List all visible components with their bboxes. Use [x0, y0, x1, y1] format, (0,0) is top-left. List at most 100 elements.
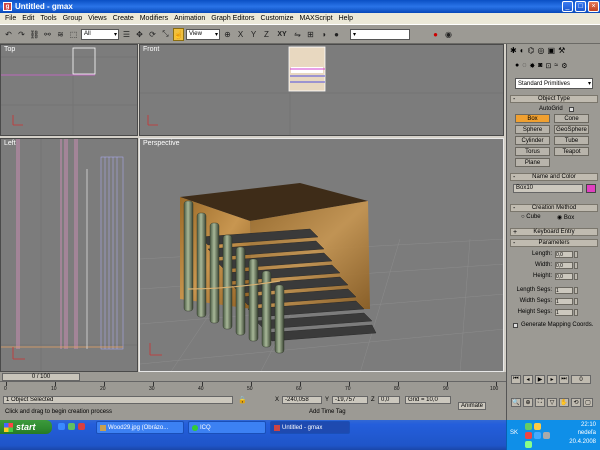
zoom-all-icon[interactable]: ⊕	[523, 398, 533, 407]
render-icon[interactable]: ●	[331, 28, 342, 41]
length-segs-spinner[interactable]	[574, 287, 578, 294]
add-time-tag-button[interactable]: Add Time Tag	[307, 408, 351, 416]
width-segs-input[interactable]: 1	[555, 298, 573, 305]
track-bar[interactable]: 0 10 20 30 40 50 60 70 80 90 100	[0, 381, 506, 393]
menu-tools[interactable]: Tools	[37, 15, 59, 22]
width-segs-spinner[interactable]	[574, 298, 578, 305]
menu-file[interactable]: File	[2, 15, 19, 22]
box-button[interactable]: Box	[515, 114, 550, 123]
keyboard-entry-rollout[interactable]: + Keyboard Entry	[510, 228, 598, 236]
display-tab-icon[interactable]: ▣	[548, 46, 556, 55]
mirror-icon[interactable]: ⇋	[292, 28, 303, 41]
current-frame-field[interactable]: 0	[571, 375, 591, 384]
motion-tab-icon[interactable]: ◎	[538, 46, 545, 55]
network-tray-icon[interactable]	[525, 423, 532, 430]
viewport-top[interactable]: Top	[0, 44, 138, 136]
cylinder-button[interactable]: Cylinder	[515, 136, 550, 145]
select-by-name-icon[interactable]: ☰	[121, 28, 132, 41]
modify-tab-icon[interactable]: ◐	[520, 46, 525, 55]
taskbar-item-wood-image[interactable]: Wood29.jpg (Obrázo...	[96, 421, 184, 434]
menu-edit[interactable]: Edit	[19, 15, 37, 22]
go-to-end-icon[interactable]: ⏭	[559, 375, 569, 384]
maximize-button[interactable]: □	[575, 1, 586, 12]
reference-coordinate-dropdown[interactable]: View	[186, 28, 220, 40]
redo-icon[interactable]: ↷	[16, 28, 27, 41]
taskbar-item-icq[interactable]: ICQ	[188, 421, 266, 434]
animate-button[interactable]: Animate	[458, 402, 486, 410]
restrict-plane-button[interactable]: XY	[274, 28, 290, 41]
align-icon[interactable]: ⊞	[305, 28, 316, 41]
next-frame-icon[interactable]: ▸	[547, 375, 557, 384]
time-slider[interactable]: 0 / 100	[2, 373, 80, 381]
taskbar-item-gmax[interactable]: Untitled - gmax	[270, 421, 350, 434]
messenger-tray-icon[interactable]	[525, 441, 532, 448]
category-dropdown[interactable]: Standard Primitives	[515, 78, 593, 89]
menu-group[interactable]: Group	[60, 15, 85, 22]
width-spinner[interactable]	[574, 262, 578, 269]
viewport-perspective[interactable]: Perspective	[139, 138, 504, 372]
systems-icon[interactable]: ⚙	[561, 62, 567, 70]
length-segs-input[interactable]: 1	[555, 287, 573, 294]
select-scale-icon[interactable]: ⤡	[160, 28, 171, 41]
shapes-icon[interactable]: ◌	[522, 62, 526, 70]
zoom-extents-icon[interactable]: ⛶	[535, 398, 545, 407]
hierarchy-tab-icon[interactable]: ⌬	[528, 46, 535, 55]
menu-maxscript[interactable]: MAXScript	[297, 15, 336, 22]
y-coordinate-field[interactable]: -19,757	[332, 396, 368, 404]
creation-method-rollout[interactable]: - Creation Method	[510, 204, 598, 212]
parameters-rollout[interactable]: - Parameters	[510, 239, 598, 247]
language-indicator[interactable]: SK	[510, 430, 518, 436]
width-input[interactable]: 0,0	[555, 262, 573, 269]
menu-customize[interactable]: Customize	[257, 15, 296, 22]
volume-tray-icon[interactable]	[534, 432, 541, 439]
height-segs-spinner[interactable]	[574, 309, 578, 316]
restrict-x-icon[interactable]: X	[235, 28, 246, 41]
height-segs-input[interactable]: 1	[555, 309, 573, 316]
go-to-start-icon[interactable]: ⏮	[511, 375, 521, 384]
menu-create[interactable]: Create	[110, 15, 137, 22]
teapot-render-icon[interactable]: ●	[430, 28, 441, 41]
fov-icon[interactable]: ▽	[547, 398, 557, 407]
close-button[interactable]: ×	[588, 1, 599, 12]
teapot-button[interactable]: Teapot	[554, 147, 589, 156]
select-object-icon[interactable]: ⬚	[68, 28, 79, 41]
name-color-rollout[interactable]: - Name and Color	[510, 173, 598, 181]
height-spinner[interactable]	[574, 273, 578, 280]
clock-time[interactable]: 22:10	[581, 422, 596, 428]
cube-radio[interactable]: ○ Cube	[521, 214, 541, 220]
select-manipulate-icon[interactable]: ☝	[173, 27, 184, 41]
helpers-icon[interactable]: ⊡	[546, 62, 552, 70]
geometry-icon[interactable]: ●	[515, 62, 519, 70]
cone-button[interactable]: Cone	[554, 114, 589, 123]
tube-button[interactable]: Tube	[554, 136, 589, 145]
play-icon[interactable]: ▶	[535, 375, 545, 384]
maximize-viewport-icon[interactable]: ▢	[583, 398, 593, 407]
selection-filter-dropdown[interactable]: All	[81, 28, 119, 40]
media-quicklaunch-icon[interactable]	[78, 423, 85, 430]
menu-help[interactable]: Help	[336, 15, 356, 22]
named-selection-dropdown[interactable]	[350, 28, 410, 40]
show-desktop-icon[interactable]	[68, 423, 75, 430]
spacewarps-icon[interactable]: ≈	[554, 62, 558, 70]
pan-icon[interactable]: ✋	[559, 398, 569, 407]
antivirus-tray-icon[interactable]	[525, 432, 532, 439]
menu-animation[interactable]: Animation	[171, 15, 208, 22]
ie-quicklaunch-icon[interactable]	[58, 423, 65, 430]
restrict-y-icon[interactable]: Y	[248, 28, 259, 41]
menu-graph-editors[interactable]: Graph Editors	[208, 15, 257, 22]
arc-rotate-icon[interactable]: ⟲	[571, 398, 581, 407]
utilities-tab-icon[interactable]: ⚒	[558, 46, 565, 55]
zoom-icon[interactable]: 🔍	[511, 398, 521, 407]
previous-frame-icon[interactable]: ◂	[523, 375, 533, 384]
z-coordinate-field[interactable]: 0,0	[378, 396, 400, 404]
select-move-icon[interactable]: ✥	[134, 28, 145, 41]
length-input[interactable]: 0,0	[555, 251, 573, 258]
start-button[interactable]: start	[0, 420, 52, 434]
usb-tray-icon[interactable]	[543, 432, 550, 439]
lock-selection-icon[interactable]: 🔒	[238, 396, 247, 404]
undo-icon[interactable]: ↶	[3, 28, 14, 41]
bind-spacewarp-icon[interactable]: ≋	[55, 28, 66, 41]
lights-icon[interactable]: ✸	[529, 62, 535, 70]
geosphere-button[interactable]: GeoSphere	[554, 125, 589, 134]
create-tab-icon[interactable]: ✱	[510, 46, 517, 55]
